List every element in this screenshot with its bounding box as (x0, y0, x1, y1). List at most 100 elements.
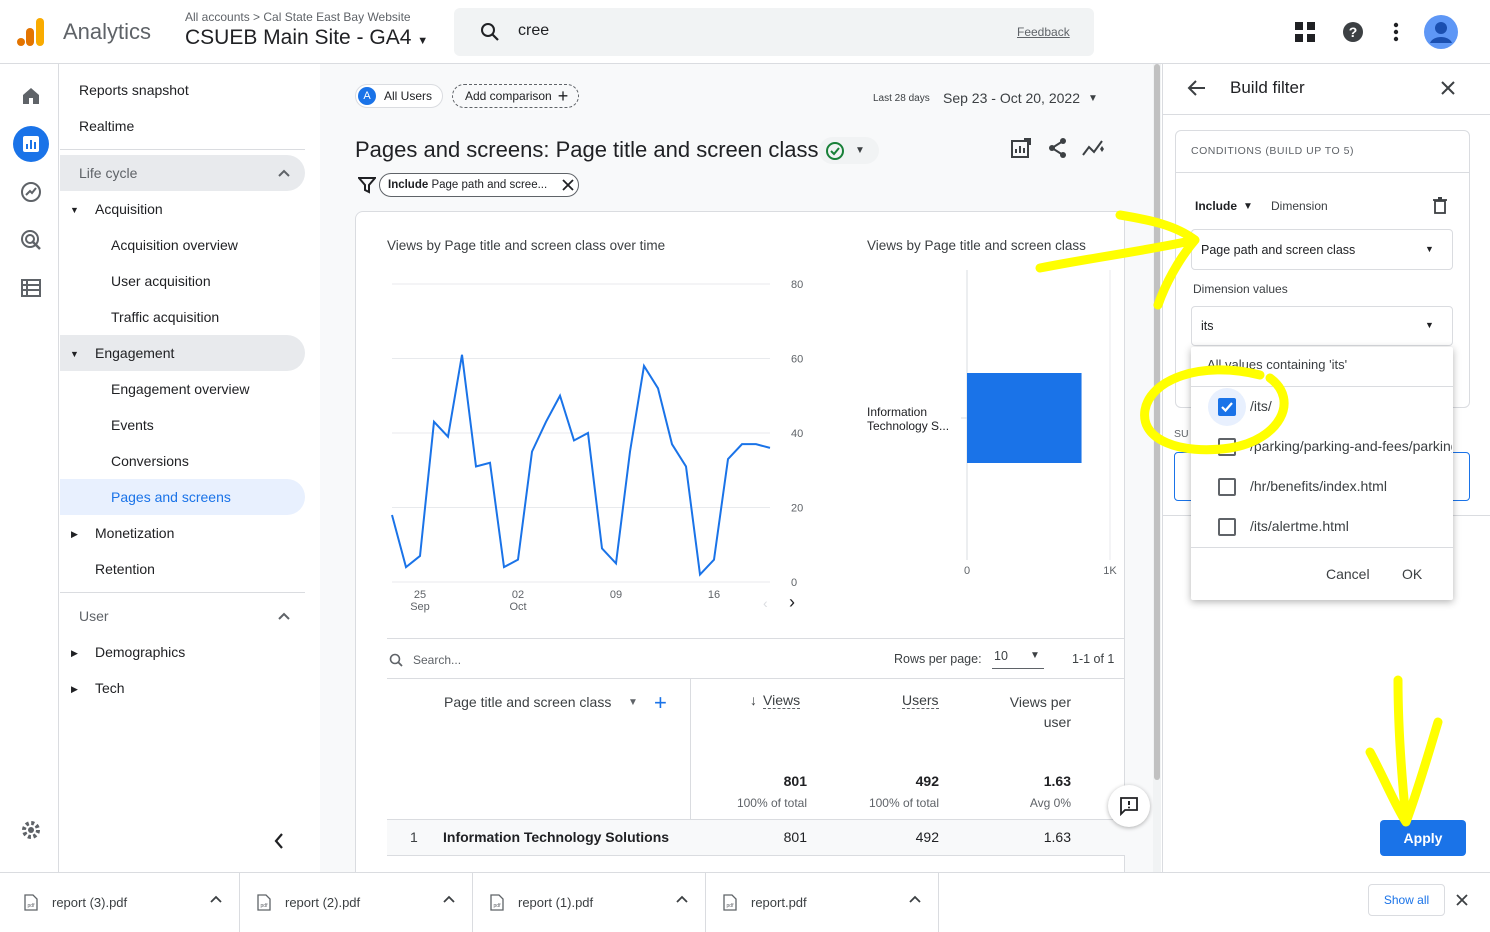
table-search-input[interactable]: Search... (413, 653, 461, 667)
segment-chip[interactable]: A All Users (355, 84, 444, 108)
apply-button[interactable]: Apply (1380, 820, 1466, 856)
insights-icon[interactable] (1082, 137, 1106, 159)
filter-icon (358, 176, 376, 194)
option-label[interactable]: /its/ (1250, 398, 1452, 414)
add-comparison-button[interactable]: Add comparison + (452, 84, 580, 108)
nav-section-user[interactable]: User (60, 598, 305, 634)
nav-demographics[interactable]: Demographics (95, 634, 185, 670)
feedback-link[interactable]: Feedback (1017, 25, 1070, 39)
panel-title: Build filter (1230, 78, 1305, 97)
download-item[interactable]: pdf report (1).pdf (473, 872, 706, 932)
close-icon[interactable] (562, 179, 574, 191)
property-selector[interactable]: CSUEB Main Site - GA4 ▼ (185, 26, 428, 50)
scrollbar-thumb[interactable] (1154, 64, 1160, 780)
caret-right-icon[interactable]: ▶ (71, 648, 78, 659)
date-range-value: Sep 23 - Oct 20, 2022 (943, 90, 1080, 106)
nav-events[interactable]: Events (111, 407, 154, 443)
share-icon[interactable] (1047, 137, 1069, 159)
option-label[interactable]: /parking/parking-and-fees/parking (1250, 438, 1452, 454)
nav-conversions[interactable]: Conversions (111, 443, 189, 479)
ok-button[interactable]: OK (1402, 566, 1422, 582)
main-scrollbar[interactable] (1153, 64, 1161, 872)
svg-text:?: ? (1349, 24, 1358, 40)
total-vpu-sub: Avg 0% (1029, 796, 1071, 810)
rows-per-page-select[interactable]: 10 ▼ (992, 645, 1044, 669)
download-item[interactable]: pdf report (3).pdf (7, 872, 240, 932)
nav-engagement-overview[interactable]: Engagement overview (111, 371, 250, 407)
caret-down-icon[interactable]: ▼ (70, 349, 79, 359)
help-icon[interactable]: ? (1342, 21, 1364, 43)
nav-traffic-acquisition[interactable]: Traffic acquisition (111, 299, 219, 335)
chevron-up-icon (278, 155, 290, 191)
nav-retention[interactable]: Retention (95, 551, 155, 587)
nav-section-lifecycle[interactable]: Life cycle (60, 155, 305, 191)
chevron-up-icon[interactable] (676, 894, 688, 906)
option-label[interactable]: /hr/benefits/index.html (1250, 478, 1452, 494)
download-item[interactable]: pdf report.pdf (706, 872, 939, 932)
dimension-select[interactable]: Page path and screen class ▼ (1191, 229, 1453, 270)
chevron-left-icon[interactable]: ‹ (763, 595, 768, 611)
chevron-up-icon[interactable] (210, 894, 222, 906)
avatar[interactable] (1424, 15, 1458, 49)
caret-down-icon[interactable]: ▼ (628, 697, 638, 708)
option-label[interactable]: /its/alertme.html (1250, 518, 1452, 534)
chevron-up-icon[interactable] (443, 894, 455, 906)
option-checkbox[interactable] (1218, 438, 1236, 456)
close-icon[interactable] (1456, 894, 1468, 906)
cancel-button[interactable]: Cancel (1326, 566, 1370, 582)
download-item[interactable]: pdf report (2).pdf (240, 872, 473, 932)
close-icon[interactable] (1440, 80, 1456, 96)
row-dimension-value[interactable]: Information Technology Solutions (443, 829, 669, 845)
nav-acquisition-overview[interactable]: Acquisition overview (111, 227, 238, 263)
advertising-icon[interactable] (13, 222, 49, 258)
chevron-right-icon[interactable]: › (789, 592, 795, 613)
explore-icon[interactable] (13, 174, 49, 210)
option-checkbox[interactable] (1218, 478, 1236, 496)
nav-realtime[interactable]: Realtime (79, 108, 134, 144)
caret-right-icon[interactable]: ▶ (71, 529, 78, 540)
home-icon[interactable] (13, 78, 49, 114)
search-bar[interactable]: cree Feedback (454, 8, 1094, 56)
option-checkbox[interactable] (1218, 518, 1236, 536)
nav-monetization[interactable]: Monetization (95, 515, 174, 551)
search-input[interactable]: cree (518, 22, 549, 40)
option-checkbox[interactable] (1218, 398, 1236, 416)
caret-down-icon[interactable]: ▼ (70, 205, 79, 215)
nav-pages-and-screens[interactable]: Pages and screens (111, 479, 231, 515)
collapse-nav-chevron-icon[interactable] (273, 832, 285, 850)
feedback-bubble-button[interactable] (1108, 785, 1150, 827)
more-vert-icon[interactable] (1393, 22, 1399, 42)
nav-engagement[interactable]: Engagement (95, 335, 174, 371)
column-header-views[interactable]: ↓ Views (750, 692, 801, 709)
add-dimension-plus-icon[interactable]: + (654, 690, 667, 716)
nav-reports-snapshot[interactable]: Reports snapshot (79, 72, 189, 108)
analytics-logo-icon[interactable] (16, 16, 46, 48)
nav-user-acquisition[interactable]: User acquisition (111, 263, 211, 299)
settings-gear-icon[interactable] (13, 812, 49, 848)
chevron-up-icon[interactable] (909, 894, 921, 906)
show-all-downloads-button[interactable]: Show all (1368, 884, 1445, 916)
column-header-dimension[interactable]: Page title and screen class (444, 694, 611, 710)
filter-chip[interactable]: Include Page path and scree... (379, 173, 579, 197)
dimension-values-select[interactable]: its ▼ (1191, 306, 1453, 346)
include-select[interactable]: Include ▼ (1195, 199, 1253, 213)
nav-tech[interactable]: Tech (95, 670, 125, 706)
row-users: 492 (915, 829, 939, 845)
caret-right-icon[interactable]: ▶ (71, 684, 78, 695)
column-header-users[interactable]: Users (902, 692, 939, 709)
configure-icon[interactable] (13, 270, 49, 306)
column-header-views-per-user[interactable]: Views per user (980, 692, 1071, 732)
customize-report-icon[interactable] (1010, 137, 1032, 159)
back-arrow-icon[interactable] (1187, 79, 1207, 97)
breadcrumb-site[interactable]: Cal State East Bay Website (263, 10, 410, 24)
breadcrumb[interactable]: All accounts > Cal State East Bay Websit… (185, 10, 411, 24)
line-chart-title: Views by Page title and screen class ove… (387, 238, 666, 253)
breadcrumb-all-accounts[interactable]: All accounts (185, 10, 250, 24)
data-quality-badge[interactable]: ▼ (819, 137, 879, 164)
reports-icon[interactable] (13, 126, 49, 162)
apps-grid-icon[interactable] (1295, 22, 1315, 42)
date-range-picker[interactable]: Sep 23 - Oct 20, 2022 ▼ (943, 90, 1098, 106)
pdf-file-icon: pdf (24, 893, 38, 911)
nav-acquisition[interactable]: Acquisition (95, 191, 163, 227)
delete-trash-icon[interactable] (1433, 197, 1447, 214)
